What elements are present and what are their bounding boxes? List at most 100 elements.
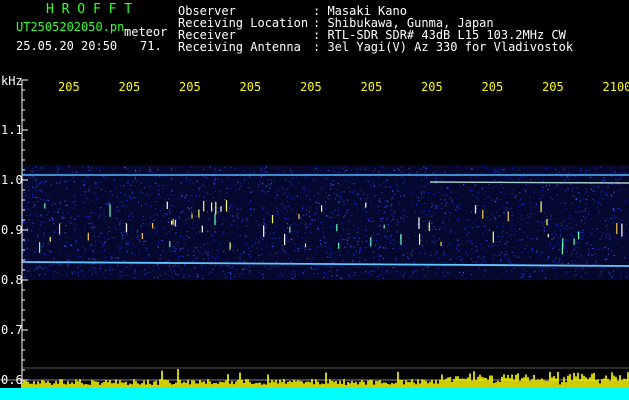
noise-dot <box>24 276 26 278</box>
noise-dot <box>513 267 515 269</box>
noise-dot <box>346 180 348 183</box>
noise-dot <box>217 207 219 209</box>
noise-dot <box>545 220 547 222</box>
noise-dot <box>36 196 38 199</box>
noise-dot <box>599 238 601 240</box>
noise-dot <box>56 271 59 274</box>
y-tick-label: 0.6 <box>1 373 23 387</box>
noise-dot <box>294 243 296 245</box>
noise-dot <box>305 171 307 173</box>
noise-dot <box>235 183 237 186</box>
noise-dot <box>314 219 316 221</box>
level-baseline-band <box>0 388 629 400</box>
noise-dot <box>387 200 389 202</box>
noise-dot <box>64 245 66 247</box>
noise-dot <box>138 239 140 241</box>
noise-dot <box>175 273 177 275</box>
noise-dot <box>489 187 491 189</box>
noise-dot <box>103 244 105 246</box>
noise-dot <box>261 248 263 250</box>
noise-dot <box>182 255 184 257</box>
noise-dot <box>195 197 197 199</box>
noise-dot <box>386 216 389 218</box>
noise-dot <box>192 223 194 225</box>
noise-dot <box>450 229 452 231</box>
noise-dot <box>97 198 99 200</box>
noise-dot <box>479 243 481 245</box>
noise-dot <box>360 220 362 222</box>
noise-dot <box>45 180 47 182</box>
noise-dot <box>524 167 526 169</box>
noise-dot <box>311 258 313 260</box>
noise-dot <box>93 229 95 231</box>
noise-dot <box>372 251 374 253</box>
noise-dot <box>614 171 616 173</box>
noise-dot <box>582 229 584 231</box>
noise-dot <box>336 189 338 191</box>
noise-dot <box>95 240 97 242</box>
noise-dot <box>611 180 613 182</box>
noise-dot <box>337 209 339 211</box>
noise-dot <box>169 250 171 252</box>
noise-dot <box>91 273 93 275</box>
noise-dot <box>95 203 97 205</box>
noise-dot <box>340 238 342 240</box>
noise-dot <box>375 237 377 239</box>
noise-dot <box>431 206 433 208</box>
noise-dot <box>320 245 322 247</box>
noise-dot <box>582 268 585 270</box>
noise-dot <box>390 235 392 237</box>
noise-dot <box>33 206 35 208</box>
noise-dot <box>215 179 217 181</box>
noise-dot <box>31 171 33 173</box>
noise-dot <box>421 179 423 181</box>
noise-dot <box>517 262 519 264</box>
noise-dot <box>290 274 292 276</box>
noise-dot <box>600 204 602 206</box>
noise-dot <box>619 190 621 192</box>
noise-dot <box>538 210 540 212</box>
noise-dot <box>463 195 465 197</box>
noise-dot <box>626 276 628 278</box>
noise-dot <box>508 245 510 248</box>
noise-dot <box>184 243 186 245</box>
noise-dot <box>114 245 116 247</box>
noise-dot <box>505 251 508 253</box>
noise-dot <box>111 194 113 197</box>
noise-dot <box>439 198 442 201</box>
noise-dot <box>365 229 367 231</box>
noise-dot <box>185 177 187 179</box>
noise-dot <box>257 224 259 227</box>
noise-dot <box>360 237 363 239</box>
noise-dot <box>448 202 450 204</box>
noise-dot <box>94 183 96 185</box>
noise-dot <box>327 277 329 279</box>
noise-dot <box>566 176 568 178</box>
noise-dot <box>99 251 101 253</box>
noise-dot <box>221 265 223 267</box>
noise-dot <box>506 201 508 203</box>
noise-dot <box>337 214 339 216</box>
noise-dot <box>444 226 446 228</box>
noise-dot <box>271 245 273 247</box>
noise-dot <box>247 175 249 177</box>
noise-dot <box>444 229 446 231</box>
noise-dot <box>454 208 457 210</box>
noise-dot <box>598 213 600 215</box>
noise-dot <box>590 233 592 235</box>
noise-dot <box>54 203 56 205</box>
noise-dot <box>501 232 503 234</box>
noise-dot <box>286 210 288 212</box>
noise-dot <box>158 193 160 196</box>
noise-dot <box>243 251 245 253</box>
noise-dot <box>481 262 483 264</box>
noise-dot <box>530 207 532 209</box>
noise-dot <box>503 177 505 179</box>
noise-dot <box>467 231 469 233</box>
noise-dot <box>166 194 168 196</box>
noise-dot <box>123 185 125 187</box>
noise-dot <box>227 272 229 274</box>
noise-dot <box>324 177 326 179</box>
noise-dot <box>90 212 92 214</box>
noise-dot <box>122 237 124 239</box>
